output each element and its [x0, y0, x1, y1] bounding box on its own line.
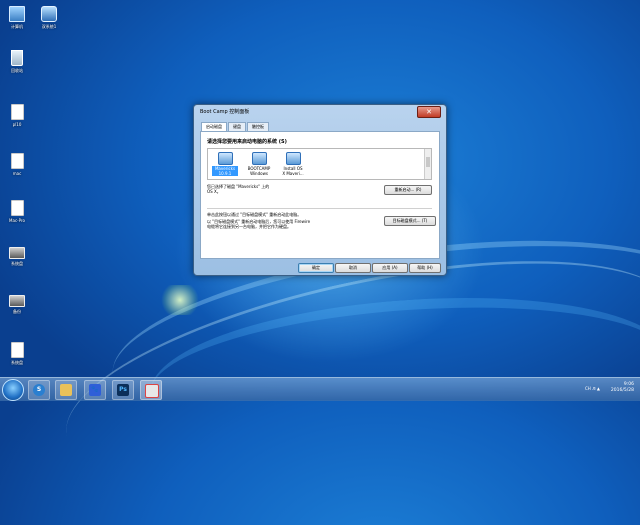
- document-icon: [10, 104, 24, 120]
- volume-list: Mavericks 10.9.1 BOOTCAMP Windows Instal…: [207, 148, 432, 180]
- desktop-icon-label: 回收站: [11, 68, 23, 73]
- volume-item-bootcamp[interactable]: BOOTCAMP Windows: [246, 152, 272, 176]
- bootcamp-dialog: Boot Camp 控制面板 ✕ 启动磁盘 键盘 触控板 请选择您要用来启动电脑…: [193, 104, 447, 276]
- disk-icon: [285, 152, 301, 165]
- installer-icon: [145, 384, 159, 398]
- drive-icon: [9, 295, 25, 307]
- desktop-icon-file[interactable]: 系统盘: [2, 342, 32, 366]
- taskbar-app-sogou[interactable]: S: [28, 380, 50, 400]
- desktop-icon-label: 系统盘: [11, 360, 23, 365]
- description-line: 电缆将它连接到另一台电脑，并把它作为硬盘。: [207, 224, 291, 229]
- volume-sub: Windows: [250, 171, 268, 176]
- taskbar-app-photoshop[interactable]: Ps: [112, 380, 134, 400]
- network-tray-icon[interactable]: ▲: [597, 386, 600, 391]
- volume-sub: 10.9.1: [212, 171, 238, 176]
- desktop-icon-network[interactable]: 双系统1: [34, 6, 64, 30]
- help-button[interactable]: 帮助 (H): [409, 263, 441, 273]
- description-line: 单击此按钮以通过 "目标磁盘模式" 重新启动此电脑。: [207, 212, 302, 217]
- desktop-icon-file[interactable]: pl10: [2, 104, 32, 127]
- desktop-icon-file[interactable]: mac: [2, 153, 32, 176]
- desktop-icon-label: 计算机: [11, 24, 23, 29]
- start-button[interactable]: [2, 379, 24, 401]
- folder-icon: [60, 384, 72, 396]
- ok-button[interactable]: 确定: [298, 263, 334, 273]
- desktop-icon-label: 系统盘: [11, 261, 23, 266]
- selected-info-line: OS X。: [207, 189, 221, 194]
- startup-disk-panel: 请选择您要用来启动电脑的系统 (S) Mavericks 10.9.1 BOOT…: [200, 131, 440, 259]
- recycle-bin-icon: [11, 50, 23, 66]
- speaker-icon[interactable]: ♬: [592, 386, 596, 391]
- sogou-icon: S: [33, 384, 45, 396]
- target-disk-description: 单击此按钮以通过 "目标磁盘模式" 重新启动此电脑。 以 "目标磁盘模式" 重新…: [207, 212, 379, 229]
- desktop-icon-label: mac: [12, 171, 22, 176]
- taskbar-app-installer[interactable]: [140, 380, 162, 400]
- desktop-icon-computer[interactable]: 计算机: [2, 6, 32, 30]
- desktop-icon-label: 备份: [13, 309, 21, 314]
- disk-icon: [217, 152, 233, 165]
- clock-date: 2016/5/28: [610, 388, 634, 393]
- document-icon: [10, 200, 24, 216]
- clock[interactable]: 9:06 2016/5/28: [611, 382, 634, 394]
- desktop-icon-label: Mac-Pro: [9, 218, 25, 223]
- computer-icon: [9, 6, 25, 22]
- tab-strip: 启动磁盘 键盘 触控板: [201, 122, 270, 132]
- wallpaper-streak: [145, 282, 640, 468]
- desktop-icon-label: pl10: [12, 122, 22, 127]
- apply-button[interactable]: 应用 (A): [372, 263, 408, 273]
- scrollbar-thumb[interactable]: [426, 157, 430, 167]
- taskbar-app-explorer[interactable]: [55, 380, 77, 400]
- volume-sub: X Maveri...: [282, 171, 304, 176]
- close-button[interactable]: ✕: [417, 106, 441, 118]
- volume-item-install[interactable]: Install OS X Maveri...: [280, 152, 306, 176]
- desktop-icon-drive[interactable]: 备份: [2, 295, 32, 315]
- disk-icon: [251, 152, 267, 165]
- desktop-icon-label: 双系统1: [41, 24, 57, 29]
- document-icon: [10, 342, 24, 358]
- divider: [207, 208, 432, 209]
- network-icon: [41, 6, 57, 22]
- drive-icon: [9, 247, 25, 259]
- volume-scrollbar[interactable]: [424, 149, 431, 179]
- tab-keyboard[interactable]: 键盘: [228, 122, 246, 131]
- input-method-label[interactable]: CH: [585, 386, 591, 391]
- tab-trackpad[interactable]: 触控板: [247, 122, 269, 131]
- volume-item-mavericks[interactable]: Mavericks 10.9.1: [212, 152, 238, 176]
- selected-info: 您已选择了磁盘 "Mavericks" 上的 OS X。: [207, 184, 269, 194]
- baidu-icon: 🐾: [89, 384, 101, 396]
- dialog-title: Boot Camp 控制面板: [200, 109, 250, 115]
- section-heading: 请选择您要用来启动电脑的系统 (S): [207, 139, 287, 145]
- desktop-icon-recycle-bin[interactable]: 回收站: [2, 50, 32, 74]
- desktop-icon-drive[interactable]: 系统盘: [2, 247, 32, 267]
- system-tray[interactable]: CH ♬ ▲: [585, 386, 600, 391]
- restart-button[interactable]: 重新启动... (R): [384, 185, 432, 195]
- photoshop-icon: Ps: [117, 384, 129, 396]
- target-disk-mode-button[interactable]: 目标磁盘模式... (T): [384, 216, 436, 226]
- taskbar: S 🐾 Ps CH ♬ ▲ 9:06 2016/5/28: [0, 377, 640, 401]
- wallpaper-glow: [160, 285, 200, 315]
- document-icon: [10, 153, 24, 169]
- dialog-titlebar[interactable]: Boot Camp 控制面板 ✕: [194, 105, 446, 118]
- taskbar-app-baidu[interactable]: 🐾: [84, 380, 106, 400]
- desktop-icon-file[interactable]: Mac-Pro: [2, 200, 32, 223]
- cancel-button[interactable]: 取消: [335, 263, 371, 273]
